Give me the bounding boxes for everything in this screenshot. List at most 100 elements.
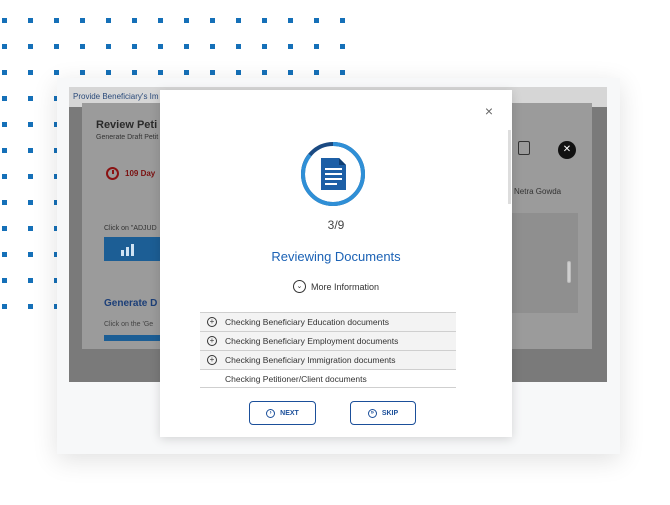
decorative-dot [54, 18, 59, 23]
decorative-dot [80, 44, 85, 49]
decorative-dot [80, 18, 85, 23]
decorative-dot [2, 148, 7, 153]
next-button-label: NEXT [280, 409, 299, 417]
decorative-dot [340, 18, 345, 23]
decorative-dot [2, 70, 7, 75]
plus-circle-icon: + [207, 336, 217, 346]
decorative-dot [158, 70, 163, 75]
click-instruction: Click on "ADJUD [104, 225, 157, 232]
step-progress: 3/9 [327, 218, 345, 232]
walkthrough-modal: × 3/9 Reviewing Documents ⌄ More Informa… [160, 90, 512, 437]
decorative-dot [80, 70, 85, 75]
list-item[interactable]: + Checking Beneficiary Education documen… [200, 312, 456, 331]
decorative-dot [262, 44, 267, 49]
decorative-dot [2, 252, 7, 257]
decorative-dot [54, 70, 59, 75]
decorative-dot [314, 44, 319, 49]
decorative-dot [236, 44, 241, 49]
decorative-dot [2, 226, 7, 231]
skip-button-label: SKIP [381, 409, 399, 417]
days-badge-text: 109 Day [125, 169, 156, 178]
decorative-dot [132, 18, 137, 23]
decorative-dot [314, 18, 319, 23]
list-item-label: Checking Beneficiary Employment document… [225, 336, 399, 346]
generate-heading: Generate D [104, 298, 158, 309]
generate-instruction: Click on the 'Ge [104, 321, 154, 328]
decorative-dot [236, 70, 241, 75]
decorative-dot [106, 18, 111, 23]
list-item-label: Checking Petitioner/Client documents [225, 373, 367, 384]
decorative-dot [184, 18, 189, 23]
decorative-dot [28, 278, 33, 283]
decorative-dot [184, 44, 189, 49]
days-badge: 109 Day [106, 167, 155, 180]
decorative-dot [106, 70, 111, 75]
list-item: Checking Petitioner/Client documents [200, 369, 456, 388]
decorative-dot [2, 96, 7, 101]
decorative-dot [236, 18, 241, 23]
list-item-label: Checking Beneficiary Immigration documen… [225, 355, 396, 365]
list-item-label: Checking Beneficiary Education documents [225, 317, 389, 327]
decorative-dot [262, 70, 267, 75]
next-icon: › [266, 408, 276, 418]
next-button[interactable]: › NEXT [249, 401, 316, 425]
checklist: + Checking Beneficiary Education documen… [200, 312, 456, 388]
plus-circle-icon: + [207, 355, 217, 365]
decorative-dot [184, 70, 189, 75]
decorative-dot [28, 148, 33, 153]
modal-scrollbar[interactable] [508, 130, 511, 204]
generate-button[interactable] [104, 335, 162, 341]
app-close-button[interactable]: ✕ [558, 141, 576, 159]
app-topbar-text: Provide Beneficiary's Im [73, 92, 159, 101]
decorative-dot [132, 70, 137, 75]
more-information-label: More Information [310, 281, 380, 292]
more-information-toggle[interactable]: ⌄ More Information [160, 280, 512, 293]
decorative-dot [28, 174, 33, 179]
decorative-dot [340, 70, 345, 75]
skip-icon: » [367, 408, 377, 418]
decorative-dot [132, 44, 137, 49]
decorative-dot [28, 304, 33, 309]
skip-button[interactable]: » SKIP [350, 401, 416, 425]
decorative-dot [2, 304, 7, 309]
decorative-dot [210, 18, 215, 23]
chart-icon [120, 242, 136, 259]
decorative-dot [28, 200, 33, 205]
decorative-dot [288, 44, 293, 49]
decorative-dot [28, 96, 33, 101]
panel-title: Review Peti [96, 119, 158, 131]
panel-subtitle: Generate Draft Petit [96, 134, 159, 141]
chevron-down-icon: ⌄ [292, 280, 306, 293]
decorative-dot [28, 70, 33, 75]
decorative-dot [2, 174, 7, 179]
list-item[interactable]: + Checking Beneficiary Employment docume… [200, 331, 456, 350]
decorative-dot [314, 70, 319, 75]
decorative-dot [2, 122, 7, 127]
decorative-dot [54, 44, 59, 49]
document-icon [299, 140, 367, 208]
decorative-dot [2, 278, 7, 283]
decorative-dot [28, 226, 33, 231]
decorative-dot [210, 70, 215, 75]
decorative-dot [262, 18, 267, 23]
close-icon[interactable]: × [482, 104, 496, 118]
decorative-dot [2, 18, 7, 23]
decorative-dot [2, 200, 7, 205]
decorative-dot [28, 18, 33, 23]
decorative-dot [340, 44, 345, 49]
decorative-dot [210, 44, 215, 49]
step-title: Reviewing Documents [271, 249, 401, 264]
decorative-dot [288, 18, 293, 23]
user-name: Netra Gowda [514, 187, 562, 196]
decorative-dot [158, 44, 163, 49]
list-item[interactable]: + Checking Beneficiary Immigration docum… [200, 350, 456, 369]
clipboard-icon[interactable] [518, 141, 530, 155]
decorative-dot [28, 252, 33, 257]
decorative-dot [28, 44, 33, 49]
scrollbar-thumb[interactable] [567, 261, 571, 283]
decorative-dot [288, 70, 293, 75]
decorative-dot [158, 18, 163, 23]
decorative-dot [106, 44, 111, 49]
adjudicate-button[interactable] [104, 237, 164, 261]
decorative-dot [2, 44, 7, 49]
